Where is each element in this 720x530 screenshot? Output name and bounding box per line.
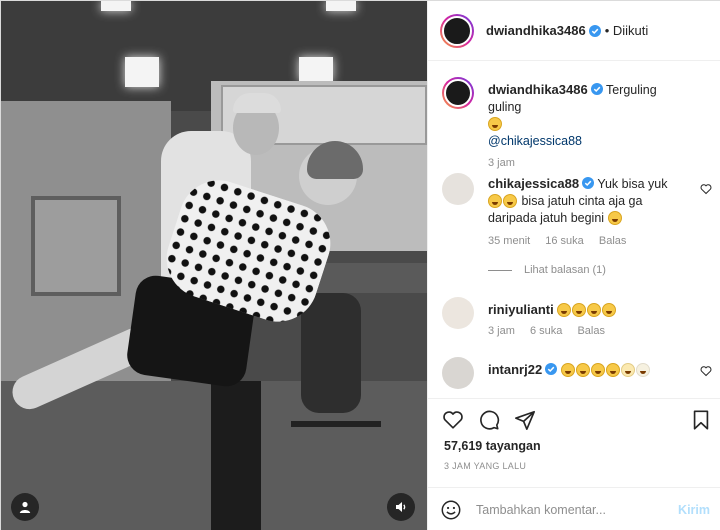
sound-toggle-button[interactable] xyxy=(387,493,415,521)
caption-meta: 3 jam xyxy=(488,157,527,169)
action-icons xyxy=(442,409,536,431)
verified-icon xyxy=(588,24,601,37)
comment-body: riniyulianti xyxy=(488,301,684,319)
comment-likes[interactable]: 16 suka xyxy=(545,235,584,247)
video-player[interactable] xyxy=(1,1,427,530)
laughing-emoji xyxy=(560,363,575,377)
comment-text: Yuk bisa yuk xyxy=(597,177,668,191)
video-scene-light xyxy=(326,1,356,11)
verified-icon xyxy=(582,177,595,189)
video-scene-chair xyxy=(301,293,361,413)
caption-avatar[interactable] xyxy=(442,77,474,109)
follow-status[interactable]: • Diikuti xyxy=(605,23,649,38)
caption-body: dwiandhika3486 Terguling guling @chikaje… xyxy=(488,81,684,150)
video-scene-light xyxy=(101,1,131,11)
video-scene-person xyxy=(211,381,261,530)
comments-list[interactable]: dwiandhika3486 Terguling guling @chikaje… xyxy=(428,61,720,399)
view-replies-label: Lihat balasan (1) xyxy=(524,264,606,276)
reply-button[interactable]: Balas xyxy=(577,325,605,337)
laughing-emoji xyxy=(605,363,620,377)
caption-username[interactable]: dwiandhika3486 xyxy=(488,82,588,97)
comment-body: intanrj22 xyxy=(488,361,684,379)
author-username[interactable]: dwiandhika3486 xyxy=(486,23,586,38)
comment-time[interactable]: 35 menit xyxy=(488,235,530,247)
view-replies-line xyxy=(488,269,512,271)
video-scene-light xyxy=(299,57,333,81)
caption-mention[interactable]: @chikajessica88 xyxy=(488,134,582,148)
post-sidebar: dwiandhika3486 • Diikuti dwiandhika3486 … xyxy=(427,1,720,530)
laughing-emoji xyxy=(590,363,605,377)
laughing-emoji xyxy=(635,363,650,377)
comment-username[interactable]: riniyulianti xyxy=(488,302,554,317)
video-scene-light xyxy=(125,57,159,87)
reply-button[interactable]: Balas xyxy=(599,235,627,247)
laughing-emoji xyxy=(572,303,587,317)
comment-likes[interactable]: 6 suka xyxy=(530,325,562,337)
laughing-emoji xyxy=(575,363,590,377)
commenter-avatar[interactable] xyxy=(442,173,474,205)
comment-meta: 3 jam 6 suka Balas xyxy=(488,325,617,337)
caption-time[interactable]: 3 jam xyxy=(488,157,515,169)
comment-time[interactable]: 3 jam xyxy=(488,325,515,337)
comment-composer: Kirim xyxy=(428,487,720,530)
laughing-emoji xyxy=(503,194,517,208)
comment-username[interactable]: intanrj22 xyxy=(488,362,542,377)
like-comment-icon[interactable] xyxy=(700,183,712,195)
video-scene-person xyxy=(233,93,281,113)
laughing-emoji xyxy=(557,303,572,317)
laughing-emoji xyxy=(488,117,502,131)
comment-input[interactable] xyxy=(476,502,679,517)
comment-body: chikajessica88 Yuk bisa yuk bisa jatuh c… xyxy=(488,175,684,227)
laughing-emoji xyxy=(602,303,617,317)
verified-icon xyxy=(545,363,558,375)
view-count[interactable]: 57,619 tayangan xyxy=(444,439,541,453)
commenter-avatar[interactable] xyxy=(442,357,474,389)
like-comment-icon[interactable] xyxy=(700,365,712,377)
video-scene-chair-base xyxy=(291,421,381,481)
sound-icon xyxy=(396,502,406,512)
laughing-emoji xyxy=(607,211,622,225)
verified-icon xyxy=(590,83,603,95)
view-replies-button[interactable]: Lihat balasan (1) xyxy=(488,264,606,276)
comment-meta: 35 menit 16 suka Balas xyxy=(488,235,638,247)
user-tag-icon xyxy=(19,501,31,513)
bookmark-icon[interactable] xyxy=(690,409,712,431)
user-tag-button[interactable] xyxy=(11,493,39,521)
laughing-emoji xyxy=(488,194,502,208)
comment-username[interactable]: chikajessica88 xyxy=(488,176,579,191)
post-timestamp[interactable]: 3 JAM YANG LALU xyxy=(444,461,526,471)
emoji-icon[interactable] xyxy=(440,499,462,521)
laughing-emoji xyxy=(620,363,635,377)
post-actions: 57,619 tayangan 3 JAM YANG LALU xyxy=(428,399,720,487)
post-header: dwiandhika3486 • Diikuti xyxy=(428,1,720,61)
post-modal: dwiandhika3486 • Diikuti dwiandhika3486 … xyxy=(0,0,720,530)
video-scene-shelf xyxy=(31,196,121,296)
commenter-avatar[interactable] xyxy=(442,297,474,329)
heart-icon[interactable] xyxy=(442,409,464,431)
comment-icon[interactable] xyxy=(478,409,500,431)
post-comment-button[interactable]: Kirim xyxy=(678,503,710,517)
share-icon[interactable] xyxy=(514,409,536,431)
laughing-emoji xyxy=(587,303,602,317)
author-avatar[interactable] xyxy=(440,13,474,48)
